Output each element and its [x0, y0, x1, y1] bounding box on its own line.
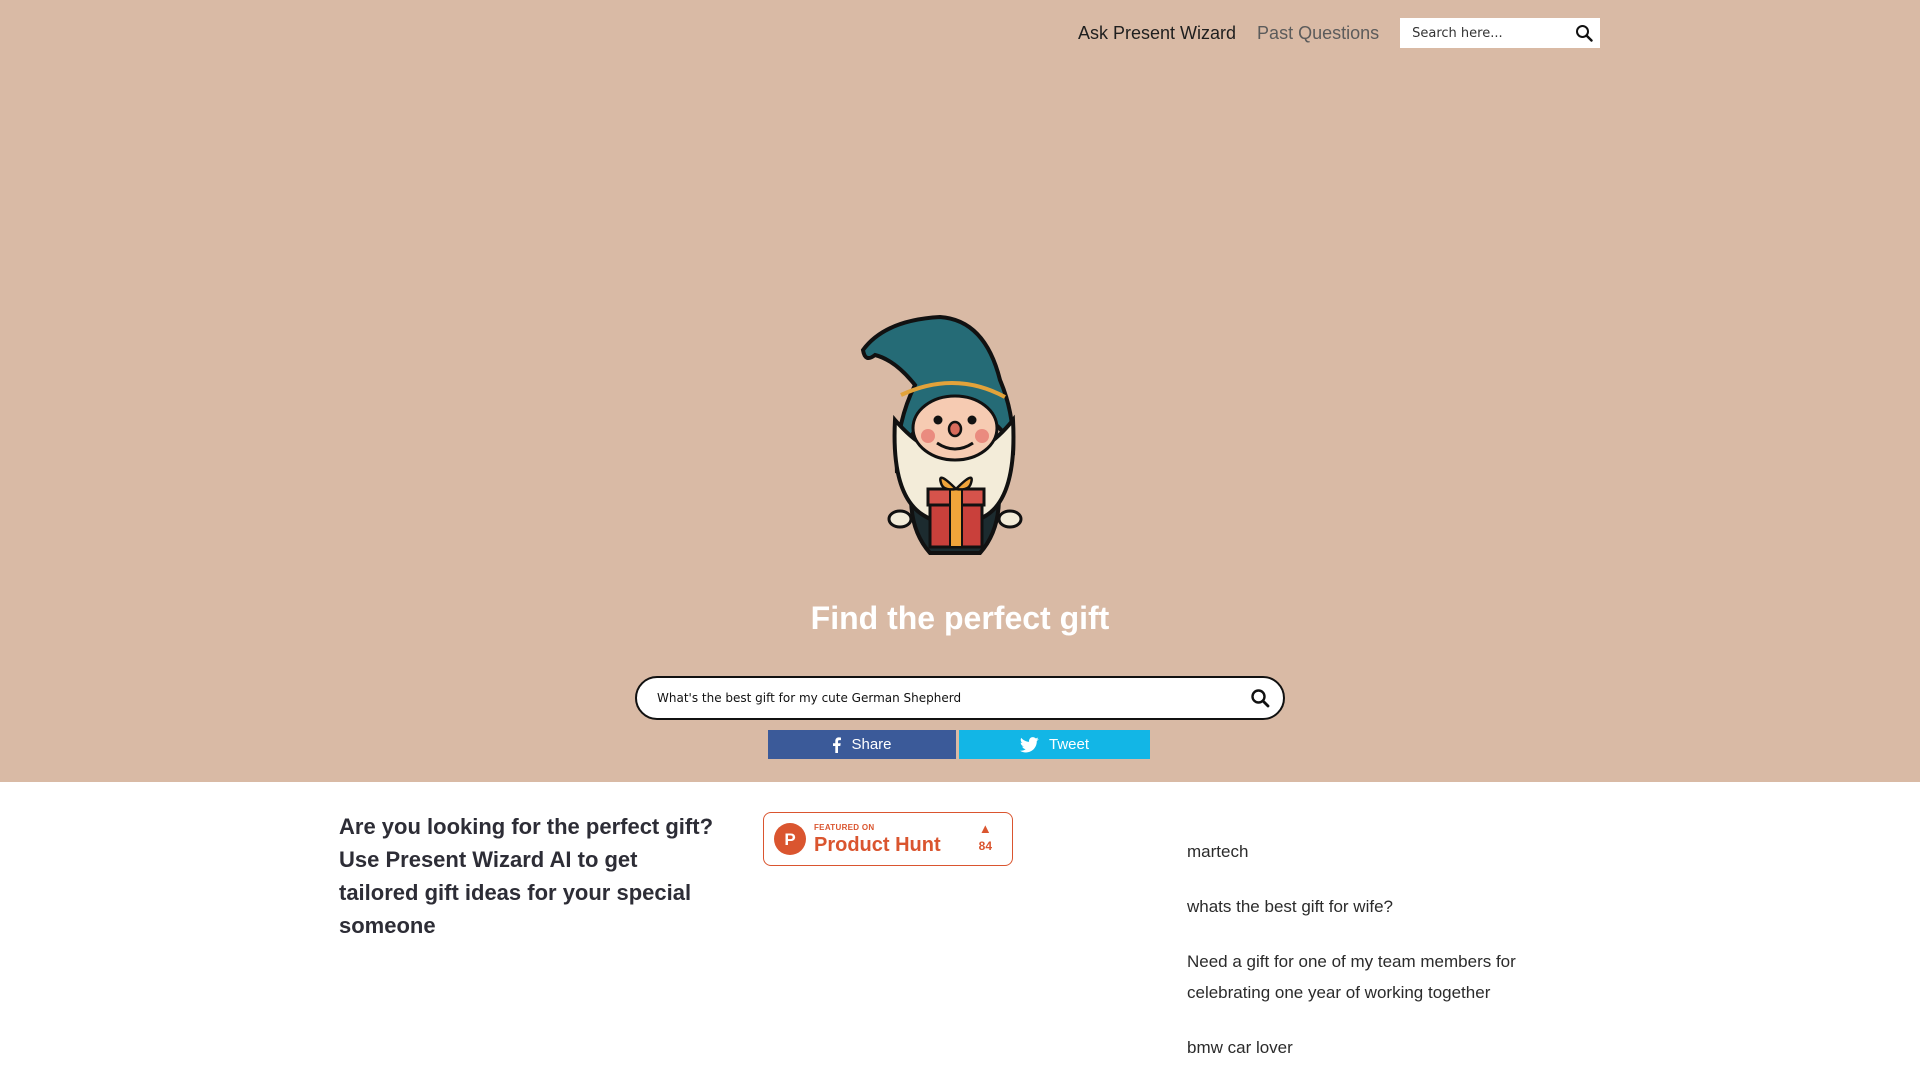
past-question-item[interactable]: whats the best gift for wife?	[1187, 891, 1547, 922]
twitter-tweet-button[interactable]: Tweet	[959, 730, 1150, 759]
past-question-item[interactable]: martech	[1187, 836, 1547, 867]
top-nav: Ask Present Wizard Past Questions	[1078, 18, 1601, 48]
hero-section: Ask Present Wizard Past Questions Search…	[0, 0, 1920, 782]
product-hunt-featured-label: FEATURED ON	[814, 822, 875, 832]
past-questions-list: martech whats the best gift for wife? Ne…	[1187, 836, 1547, 1087]
product-hunt-votes: ▲ 84	[979, 822, 992, 853]
tweet-label: Tweet	[1048, 736, 1090, 753]
page-headline: Find the perfect gift	[810, 600, 1110, 636]
product-hunt-badge[interactable]: P FEATURED ON Product Hunt ▲ 84	[763, 812, 1013, 866]
wizard-mascot	[855, 305, 1055, 560]
nav-ask-present-wizard[interactable]: Ask Present Wizard	[1078, 23, 1236, 44]
search-icon[interactable]	[1247, 685, 1273, 711]
nav-past-questions[interactable]: Past Questions	[1257, 23, 1379, 44]
pitch-text: Are you looking for the perfect gift? Us…	[339, 814, 714, 938]
past-question-item[interactable]: Need a gift for one of my team members f…	[1187, 946, 1547, 1008]
vote-count: 84	[978, 839, 992, 853]
product-hunt-logo-icon: P	[774, 823, 806, 855]
upvote-arrow-icon: ▲	[978, 821, 992, 836]
share-buttons: Share Tweet	[768, 730, 1150, 759]
facebook-icon	[832, 736, 842, 753]
header-search	[1400, 18, 1601, 48]
gift-search-input[interactable]	[655, 690, 1247, 706]
product-hunt-name: Product Hunt	[814, 833, 941, 856]
past-question-item[interactable]: bmw car lover	[1187, 1032, 1547, 1063]
header-search-input[interactable]	[1410, 24, 1573, 42]
product-hunt-logo-letter: P	[784, 830, 795, 849]
twitter-icon	[1019, 736, 1039, 753]
gift-search-bar	[635, 676, 1285, 720]
share-label: Share	[851, 736, 892, 753]
product-hunt-text: FEATURED ON Product Hunt	[814, 822, 941, 856]
facebook-share-button[interactable]: Share	[768, 730, 956, 759]
search-icon[interactable]	[1572, 21, 1596, 45]
